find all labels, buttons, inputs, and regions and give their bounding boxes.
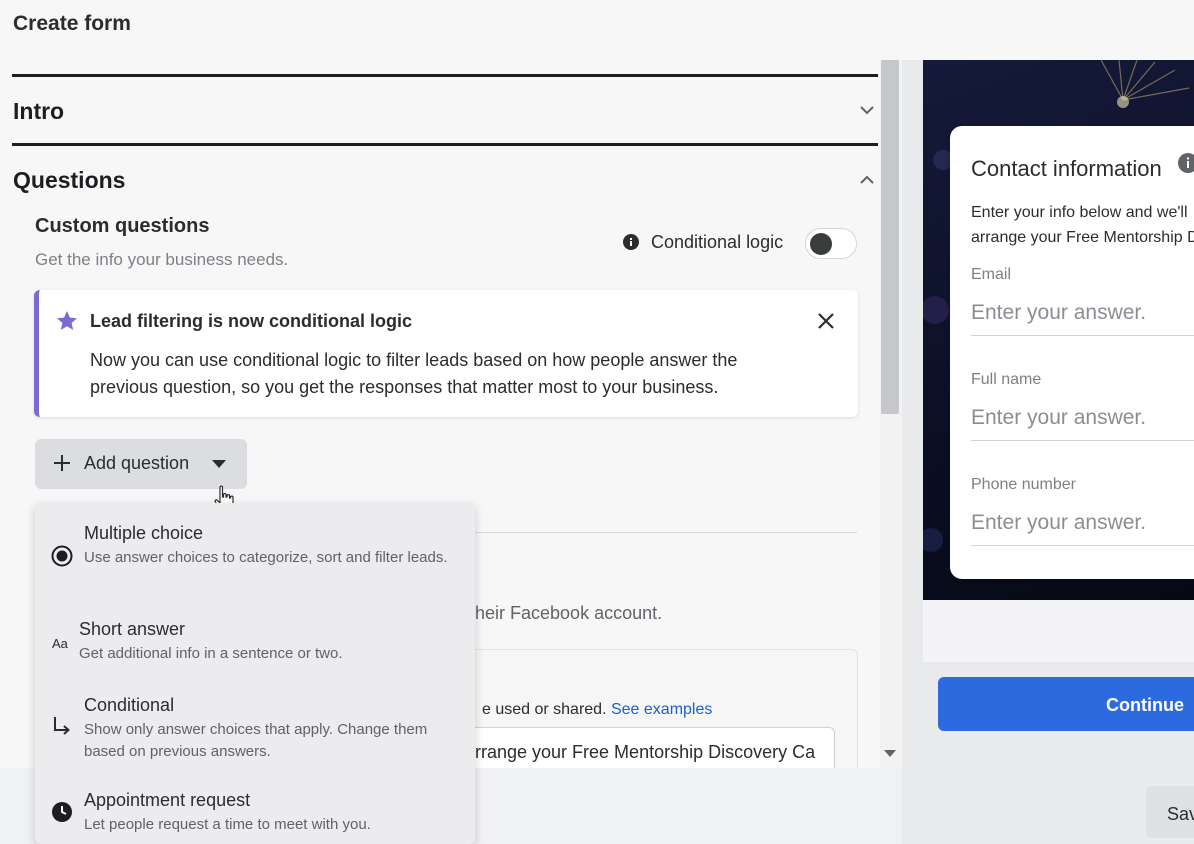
caret-down-icon [212,460,226,468]
menu-item-description: Let people request a time to meet with y… [84,816,371,833]
menu-item-description: Get additional info in a sentence or two… [79,645,343,662]
menu-item-title: Multiple choice [84,523,204,543]
full-name-field[interactable]: Enter your answer. [971,406,1194,441]
facebook-account-text: their Facebook account. [470,603,663,623]
svg-text:Aa: Aa [52,636,69,651]
contact-info-line2: arrange your Free Mentorship D [971,229,1194,246]
intro-text-value: rrange your Free Mentorship Discovery Ca [475,742,816,762]
save-button[interactable]: Save [1146,786,1194,838]
continue-label: Continue [1106,695,1184,715]
full-name-label: Full name [971,371,1042,388]
questions-section-header[interactable]: Questions [13,167,125,194]
custom-questions-subtitle: Get the info your business needs. [35,250,289,269]
text-aa-icon: Aa [52,636,69,651]
toggle-knob [810,233,832,255]
contact-info-card: Contact information Enter your info belo… [950,126,1194,579]
email-field[interactable]: Enter your answer. [971,301,1194,336]
top-bar: Create form [0,0,1194,60]
notice-body: Now you can use conditional logic to fil… [90,350,738,397]
clock-icon [52,802,72,822]
scrollbar-thumb[interactable] [881,60,899,414]
page-title: Create form [13,12,131,35]
conditional-logic-toggle[interactable] [805,228,857,259]
see-examples-link[interactable]: See examples [611,701,712,718]
question-type-menu: Multiple choice Use answer choices to ca… [35,503,475,844]
close-icon[interactable] [815,310,837,332]
save-label: Save [1167,804,1194,824]
chevron-up-icon[interactable] [858,171,876,189]
menu-item-multiple-choice[interactable]: Multiple choice Use answer choices to ca… [35,521,475,601]
menu-item-short-answer[interactable]: Aa Short answer Get additional info in a… [35,619,475,675]
scroll-down-arrow-icon[interactable] [884,750,896,758]
menu-item-conditional[interactable]: Conditional Show only answer choices tha… [35,693,475,773]
info-icon[interactable] [1177,152,1194,174]
intro-text-input[interactable]: rrange your Free Mentorship Discovery Ca [460,727,835,768]
star-icon [57,311,77,330]
info-icon[interactable] [623,234,639,250]
contact-info-line1: Enter your info below and we'll [971,204,1188,221]
email-label: Email [971,266,1012,283]
notice-title: Lead filtering is now conditional logic [90,311,413,331]
plus-icon [54,455,70,471]
chevron-down-icon[interactable] [858,101,876,119]
section-divider [12,143,878,146]
conditional-logic-notice: Lead filtering is now conditional logic … [34,290,858,417]
menu-item-title: Conditional [84,695,175,715]
branch-arrow-icon [54,717,71,735]
phone-number-field[interactable]: Enter your answer. [971,511,1194,546]
radio-button-icon [51,545,73,567]
used-shared-label: e used or shared. [482,701,607,718]
add-question-label: Add question [84,453,190,473]
menu-item-title: Short answer [79,619,186,639]
section-divider [12,74,878,77]
contact-info-description: Enter your info below and we'll arrange … [971,200,1194,250]
conditional-logic-label: Conditional logic [651,232,784,252]
used-shared-text: e used or shared. See examples [482,701,712,719]
menu-item-title: Appointment request [84,790,251,810]
custom-questions-title: Custom questions [35,215,210,237]
intro-section-header[interactable]: Intro [13,98,64,125]
menu-item-description: Show only answer choices that apply. Cha… [84,721,428,760]
menu-item-description: Use answer choices to categorize, sort a… [84,549,448,566]
add-question-button[interactable]: Add question [35,439,247,489]
menu-item-appointment-request[interactable]: Appointment request Let people request a… [35,790,475,843]
phone-number-label: Phone number [971,476,1076,493]
preview-lower-area [923,600,1194,662]
continue-button[interactable]: Continue [938,677,1194,731]
contact-info-title: Contact information [971,156,1162,181]
